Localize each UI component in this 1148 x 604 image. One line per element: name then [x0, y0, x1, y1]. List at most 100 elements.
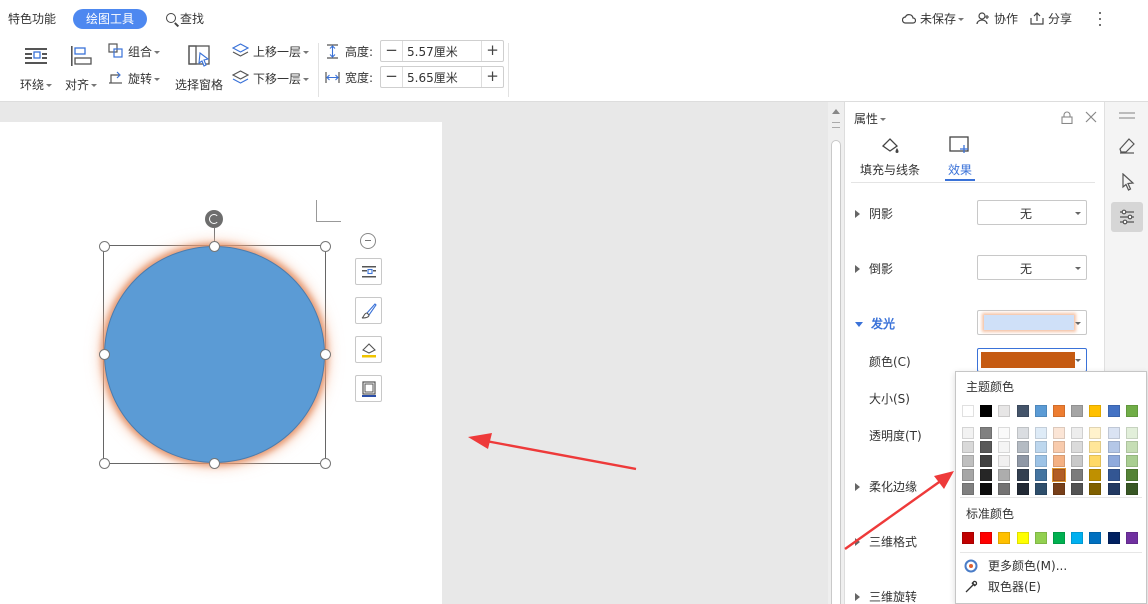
theme-color-shade-swatch[interactable] — [1016, 483, 1029, 495]
scrollbar-thumb[interactable] — [831, 140, 841, 604]
section-3d-rotation[interactable]: 三维旋转 — [855, 588, 917, 604]
theme-color-shade-swatch[interactable] — [1089, 469, 1102, 481]
section-3d-format[interactable]: 三维格式 — [855, 533, 917, 550]
panel-title-dropdown[interactable]: 属性 — [854, 110, 887, 127]
section-glow[interactable]: 发光 — [855, 315, 895, 332]
section-soft-edge[interactable]: 柔化边缘 — [855, 478, 917, 495]
resize-handle-bottom-left[interactable] — [98, 457, 110, 469]
more-options-icon[interactable] — [1094, 10, 1106, 28]
search-button[interactable]: 查找 — [164, 9, 204, 29]
theme-color-shade-swatch[interactable] — [1089, 441, 1102, 453]
tab-special-features[interactable]: 特色功能 — [8, 9, 56, 29]
theme-color-shade-swatch[interactable] — [998, 469, 1011, 481]
theme-color-swatch[interactable] — [1107, 405, 1120, 417]
theme-color-swatch[interactable] — [1016, 405, 1029, 417]
theme-color-swatch[interactable] — [1089, 405, 1102, 417]
theme-color-shade-swatch[interactable] — [980, 455, 993, 467]
theme-color-shade-swatch[interactable] — [1107, 441, 1120, 453]
resize-handle-top-left[interactable] — [98, 240, 110, 252]
theme-color-shade-swatch[interactable] — [1016, 469, 1029, 481]
width-stepper[interactable]: − 5.65厘米 + — [380, 66, 504, 88]
theme-color-shade-swatch[interactable] — [1125, 441, 1138, 453]
theme-color-shade-swatch[interactable] — [1034, 483, 1047, 495]
standard-color-swatch[interactable] — [998, 532, 1011, 544]
rail-select-button[interactable] — [1111, 167, 1143, 197]
more-colors-button[interactable]: 更多颜色(M)... — [964, 556, 1067, 576]
theme-color-shade-swatch[interactable] — [1053, 441, 1065, 453]
glow-color-dropdown[interactable] — [977, 348, 1087, 372]
theme-color-shade-swatch[interactable] — [1089, 455, 1102, 467]
float-fill-button[interactable] — [355, 336, 382, 363]
theme-color-shade-swatch[interactable] — [1071, 469, 1084, 481]
rotate-handle-icon[interactable] — [205, 210, 223, 228]
rail-menu-icon[interactable] — [1118, 111, 1136, 121]
glow-preset-dropdown[interactable] — [977, 310, 1087, 335]
theme-color-shade-swatch[interactable] — [998, 441, 1011, 453]
float-outline-button[interactable] — [355, 375, 382, 402]
theme-color-shade-swatch[interactable] — [1107, 469, 1120, 481]
rail-properties-button[interactable] — [1111, 202, 1143, 232]
close-icon[interactable] — [1085, 111, 1097, 123]
rail-eraser-button[interactable] — [1111, 131, 1143, 161]
resize-handle-top[interactable] — [209, 240, 220, 252]
theme-color-shade-swatch[interactable] — [998, 427, 1011, 439]
height-stepper[interactable]: − 5.57厘米 + — [380, 40, 504, 62]
send-backward-button[interactable]: 下移一层 — [232, 70, 310, 88]
eyedropper-button[interactable]: 取色器(E) — [964, 577, 1041, 597]
theme-color-shade-swatch[interactable] — [1071, 441, 1084, 453]
theme-color-shade-swatch[interactable] — [1034, 427, 1047, 439]
theme-color-shade-swatch[interactable] — [1125, 483, 1138, 495]
theme-color-shade-swatch[interactable] — [998, 455, 1011, 467]
resize-handle-bottom-right[interactable] — [319, 457, 331, 469]
theme-color-shade-swatch[interactable] — [980, 441, 993, 453]
width-decrease-button[interactable]: − — [381, 67, 403, 87]
theme-color-swatch[interactable] — [1034, 405, 1047, 417]
width-increase-button[interactable]: + — [481, 67, 503, 87]
bring-forward-button[interactable]: 上移一层 — [232, 43, 310, 61]
theme-color-shade-swatch[interactable] — [1053, 427, 1065, 439]
theme-color-shade-swatch[interactable] — [1071, 483, 1084, 495]
theme-color-shade-swatch[interactable] — [1071, 455, 1084, 467]
theme-color-swatch[interactable] — [1053, 405, 1065, 417]
theme-color-shade-swatch[interactable] — [1107, 427, 1120, 439]
theme-color-swatch[interactable] — [1071, 405, 1084, 417]
theme-color-shade-swatch[interactable] — [962, 455, 974, 467]
scroll-up-icon[interactable] — [832, 109, 840, 114]
resize-handle-bottom[interactable] — [209, 457, 220, 469]
theme-color-shade-swatch[interactable] — [1052, 468, 1066, 482]
theme-color-shade-swatch[interactable] — [1053, 483, 1065, 495]
align-button[interactable]: 对齐 — [63, 42, 101, 98]
selection-pane-button[interactable]: 选择窗格 — [174, 42, 226, 98]
collapse-toolbar-icon[interactable] — [360, 233, 376, 249]
theme-color-swatch[interactable] — [998, 405, 1011, 417]
theme-color-shade-swatch[interactable] — [998, 483, 1011, 495]
theme-color-shade-swatch[interactable] — [1125, 427, 1138, 439]
width-value[interactable]: 5.65厘米 — [407, 69, 458, 86]
standard-color-swatch[interactable] — [1053, 532, 1065, 544]
wrap-button[interactable]: 环绕 — [16, 42, 56, 98]
collaborate-button[interactable]: 协作 — [976, 11, 1018, 27]
theme-color-shade-swatch[interactable] — [962, 469, 974, 481]
theme-color-shade-swatch[interactable] — [962, 441, 974, 453]
theme-color-swatch[interactable] — [980, 405, 993, 417]
float-line-style-button[interactable] — [355, 297, 382, 324]
resize-handle-left[interactable] — [98, 349, 110, 360]
theme-color-shade-swatch[interactable] — [1071, 427, 1084, 439]
resize-handle-right[interactable] — [319, 349, 331, 360]
theme-color-shade-swatch[interactable] — [1107, 483, 1120, 495]
standard-color-swatch[interactable] — [1125, 532, 1138, 544]
shadow-dropdown[interactable]: 无 — [977, 200, 1087, 225]
theme-color-shade-swatch[interactable] — [1107, 455, 1120, 467]
theme-color-shade-swatch[interactable] — [980, 469, 993, 481]
theme-color-shade-swatch[interactable] — [1016, 455, 1029, 467]
standard-color-swatch[interactable] — [980, 532, 993, 544]
theme-color-swatch[interactable] — [962, 405, 974, 417]
selected-shape-bounds[interactable] — [98, 240, 331, 469]
theme-color-shade-swatch[interactable] — [980, 483, 993, 495]
standard-color-swatch[interactable] — [1016, 532, 1029, 544]
theme-color-shade-swatch[interactable] — [1016, 427, 1029, 439]
height-decrease-button[interactable]: − — [381, 41, 403, 61]
tab-effect[interactable]: 效果 — [945, 134, 975, 181]
theme-color-shade-swatch[interactable] — [962, 427, 974, 439]
tab-drawing-tools[interactable]: 绘图工具 — [73, 9, 147, 29]
